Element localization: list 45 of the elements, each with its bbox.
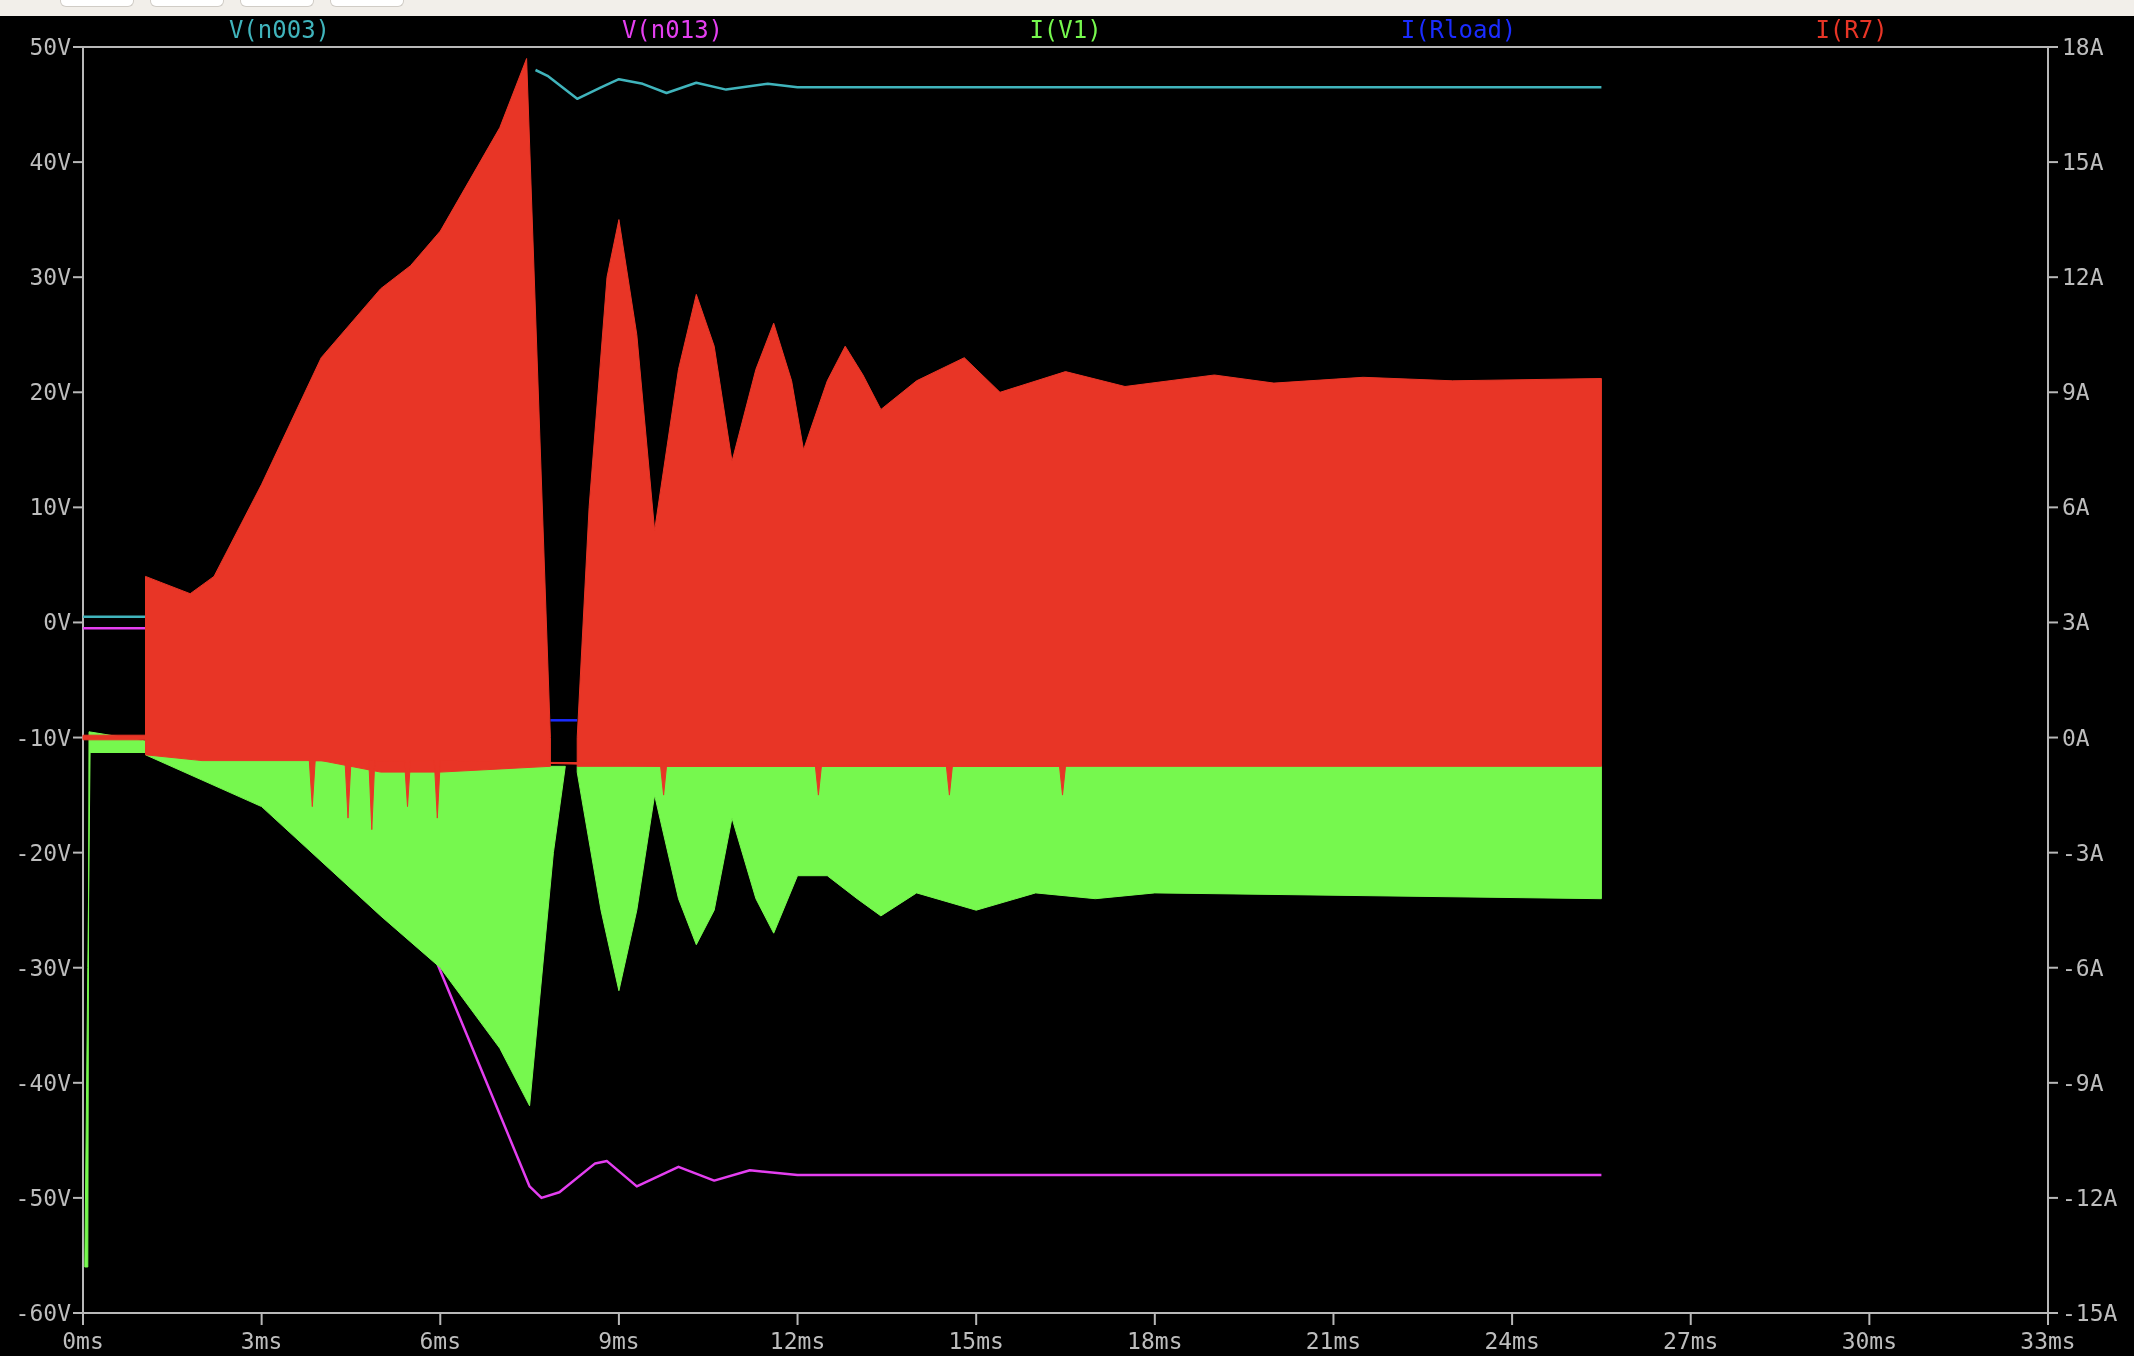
axis-tick-label: 10V [29, 494, 71, 521]
axis-tick-label: 0V [43, 609, 71, 636]
axis-tick-label: -50V [15, 1184, 71, 1211]
axis-tick-label: 9ms [598, 1328, 640, 1354]
axis-tick-label: 12A [2062, 264, 2104, 291]
axis-tick-label: -9A [2062, 1069, 2104, 1096]
axis-tick-label: 24ms [1484, 1328, 1540, 1354]
axis-tick-label: 20V [29, 379, 71, 406]
axis-tick-label: 0A [2062, 724, 2090, 751]
axis-tick-label: -3A [2062, 839, 2104, 866]
axis-tick-label: 0ms [62, 1328, 104, 1354]
axis-tick-label: 15A [2062, 149, 2104, 176]
axis-tick-label: 30ms [1841, 1328, 1898, 1354]
axis-tick-label: 15ms [948, 1328, 1004, 1354]
axis-tick-label: 6A [2062, 494, 2090, 521]
current-trace [550, 719, 578, 722]
axis-tick-label: 27ms [1663, 1328, 1719, 1354]
axis-tick-label: -40V [15, 1069, 71, 1096]
axis-tick-label: 18A [2062, 34, 2104, 60]
axis-tick-label: -12A [2062, 1184, 2118, 1211]
axis-tick-label: -10V [15, 724, 71, 751]
trace-label[interactable]: I(V1) [1029, 16, 1102, 44]
axis-tick-label: 12ms [769, 1328, 826, 1354]
axis-tick-label: 9A [2062, 379, 2090, 406]
axis-tick-label: -30V [15, 954, 71, 981]
toolbar-button[interactable] [60, 0, 134, 7]
axis-tick-label: 18ms [1127, 1328, 1183, 1354]
trace-label[interactable]: V(n003) [228, 16, 331, 44]
axis-tick-label: 33ms [2020, 1328, 2076, 1354]
axis-tick-label: 3A [2062, 609, 2090, 636]
axis-tick-label: 3ms [240, 1328, 283, 1354]
toolbar-button[interactable] [330, 0, 404, 7]
toolbar-button[interactable] [150, 0, 224, 7]
axis-tick-label: 40V [29, 149, 71, 176]
axis-tick-label: 21ms [1305, 1328, 1362, 1354]
axis-tick-label: -6A [2062, 954, 2104, 981]
trace-label[interactable]: V(n013) [621, 16, 724, 44]
axis-tick-label: 50V [29, 34, 71, 60]
axis-tick-label: 30V [29, 264, 71, 291]
trace-label[interactable]: I(R7) [1815, 16, 1888, 44]
axis-tick-label: 6ms [419, 1328, 462, 1354]
toolbar-button[interactable] [240, 0, 314, 7]
axis-tick-label: -60V [15, 1300, 71, 1326]
axis-tick-label: -20V [15, 839, 71, 866]
axis-tick-label: -15A [2062, 1300, 2118, 1326]
